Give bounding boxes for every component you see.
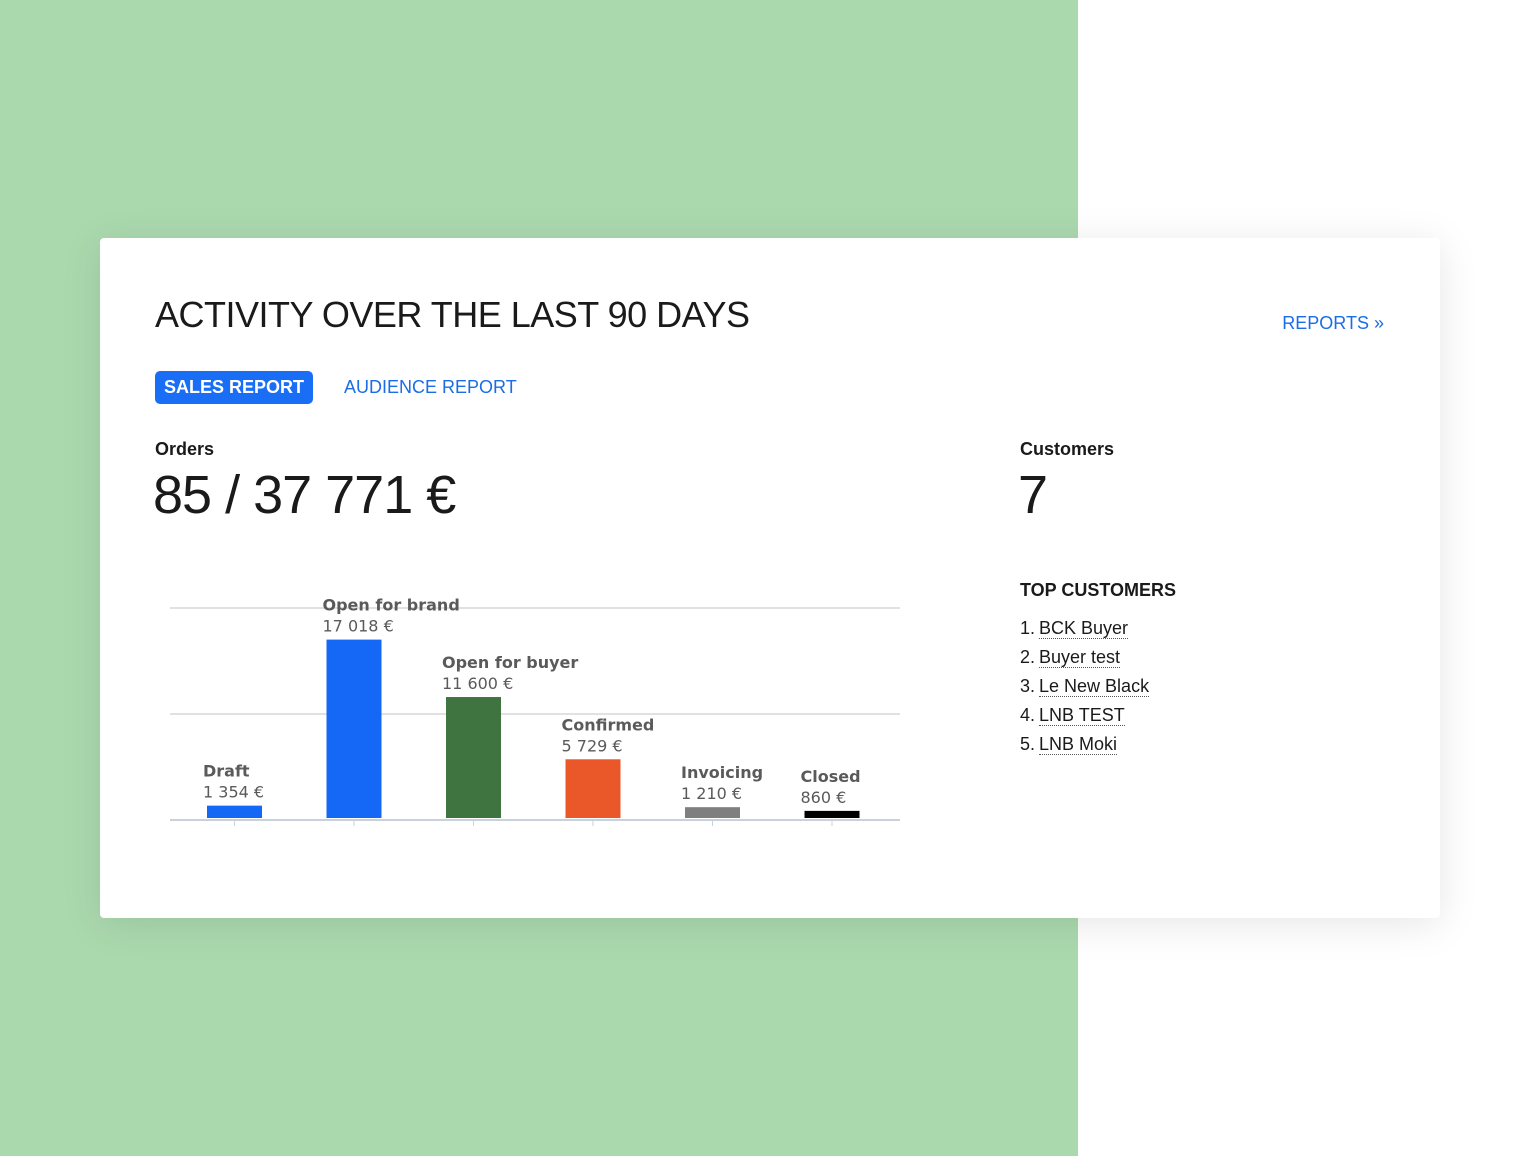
customer-rank: 1. [1020, 618, 1036, 638]
reports-link[interactable]: REPORTS » [1282, 313, 1384, 334]
sales-bar-chart: Draft 1 354 € Open for brand 17 018 € Open f… [160, 588, 920, 843]
customer-link[interactable]: BCK Buyer [1039, 618, 1129, 639]
report-tabs: SALES REPORT AUDIENCE REPORT [155, 371, 526, 404]
bar-open-for-brand[interactable] [326, 639, 382, 818]
customers-label: Customers [1020, 439, 1115, 459]
bar-closed[interactable] [804, 810, 860, 818]
list-item: 4. LNB TEST [1020, 704, 1149, 733]
list-item: 3. Le New Black [1020, 675, 1150, 704]
bar-category-label: Open for brand [323, 596, 460, 615]
customer-link[interactable]: LNB Moki [1039, 734, 1118, 755]
top-customers-list: 1. BCK Buyer 2. Buyer test 3. Le New Black … [1020, 617, 1150, 762]
customer-link[interactable]: Le New Black [1039, 676, 1150, 697]
list-item: 5. LNB Moki [1020, 733, 1149, 762]
tab-sales-report[interactable]: SALES REPORT [155, 371, 314, 404]
activity-card: ACTIVITY OVER THE LAST 90 DAYS REPORTS »… [100, 238, 1440, 918]
bar-category-label: Invoicing [681, 763, 763, 782]
list-item: 1. BCK Buyer [1020, 617, 1149, 646]
orders-label: Orders [155, 439, 215, 459]
bar-category-label: Open for buyer [442, 653, 578, 672]
bar-category-label: Closed [801, 767, 861, 786]
list-item: 2. Buyer test [1020, 646, 1149, 675]
page-title: ACTIVITY OVER THE LAST 90 DAYS [155, 294, 750, 335]
bar-value-label: 5 729 € [562, 736, 623, 755]
bar-category-label: Confirmed [562, 715, 655, 734]
bar-invoicing[interactable] [685, 807, 740, 818]
orders-value: 85 / 37 771 € [153, 465, 456, 525]
bar-value-label: 1 354 € [203, 783, 264, 802]
customers-value: 7 [1018, 465, 1048, 525]
bar-value-label: 860 € [801, 788, 847, 807]
bar-value-label: 1 210 € [681, 784, 742, 803]
tab-audience-report[interactable]: AUDIENCE REPORT [335, 371, 526, 404]
bar-open-for-buyer[interactable] [446, 697, 501, 818]
customer-rank: 3. [1020, 676, 1036, 696]
bar-value-label: 11 600 € [442, 674, 513, 693]
customer-link[interactable]: Buyer test [1039, 647, 1121, 668]
customer-rank: 2. [1020, 647, 1036, 667]
customer-link[interactable]: LNB TEST [1039, 705, 1125, 726]
bar-chart-svg: Draft 1 354 € Open for brand 17 018 € Open f… [170, 596, 900, 826]
bar-value-label: 17 018 € [323, 617, 394, 636]
bar-category-label: Draft [203, 762, 250, 781]
bar-confirmed[interactable] [565, 759, 621, 818]
top-customers-title: TOP CUSTOMERS [1020, 580, 1177, 600]
customer-rank: 5. [1020, 734, 1036, 754]
bar-draft[interactable] [207, 805, 262, 818]
customer-rank: 4. [1020, 705, 1036, 725]
